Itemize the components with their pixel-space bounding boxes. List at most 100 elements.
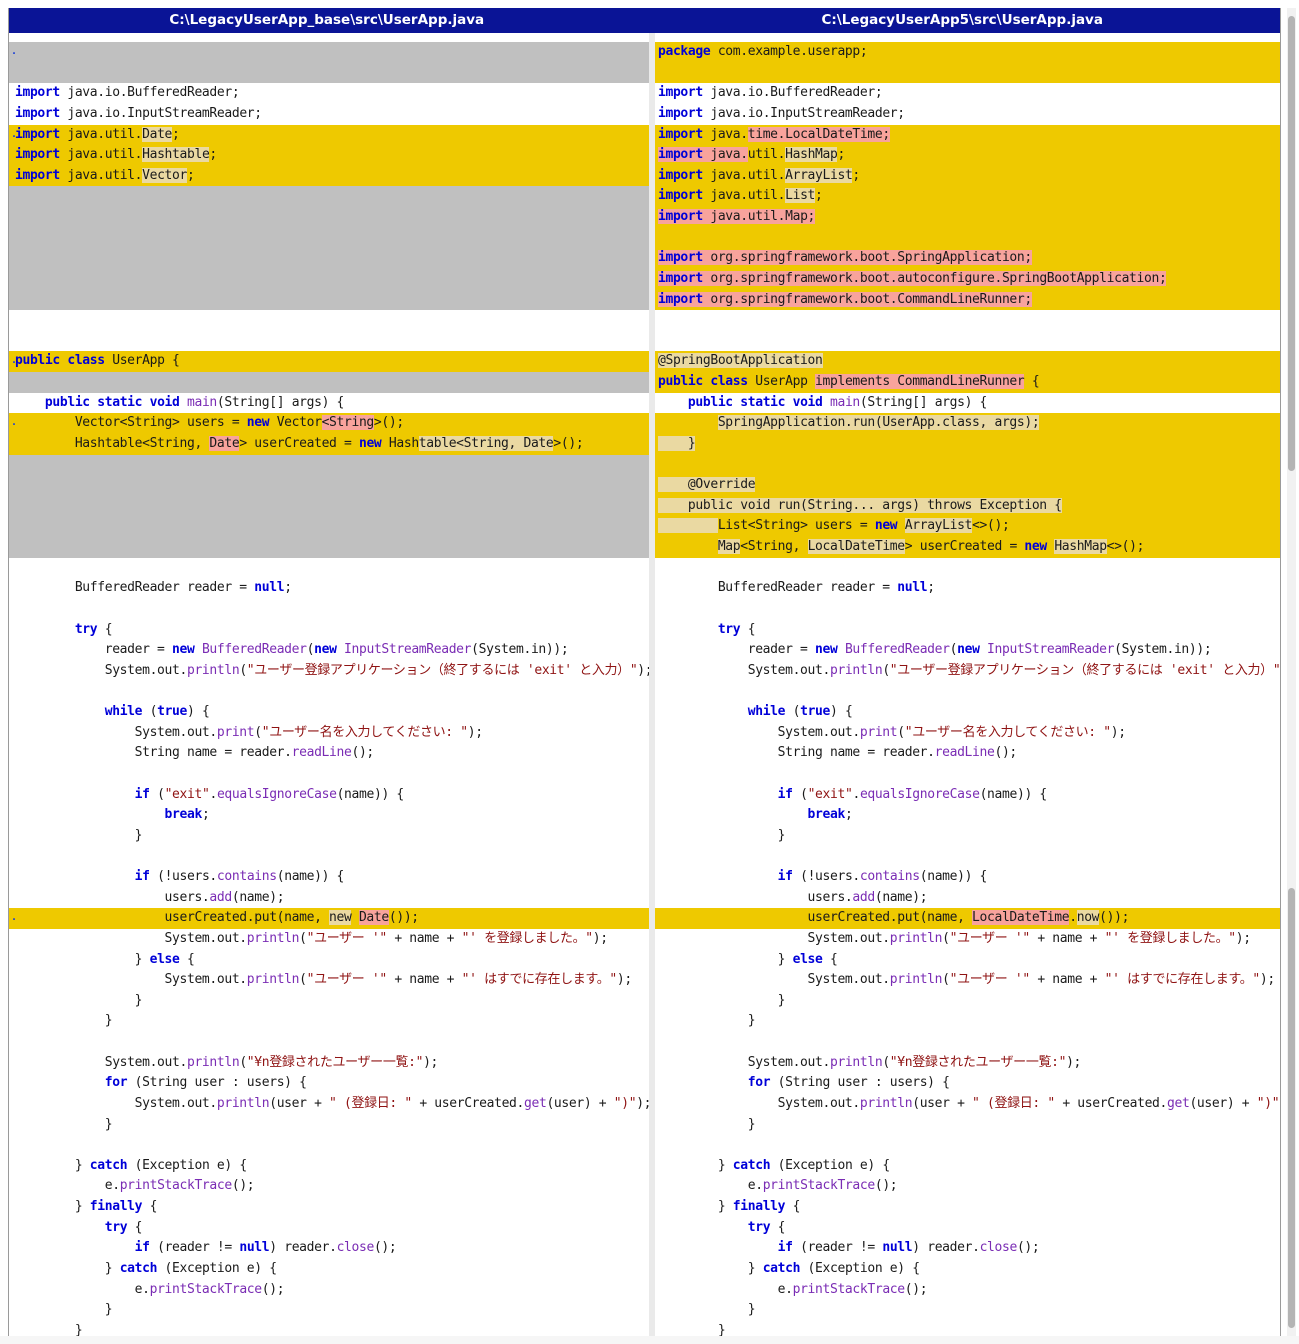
left-code-line [9,289,649,311]
right-code-line [655,331,1280,352]
left-code-line [9,331,649,352]
left-code-line [9,1032,649,1053]
left-code-line [9,227,649,249]
left-code-line: e.printStackTrace(); [15,1281,285,1297]
right-code-line: BufferedReader reader = null; [658,580,935,596]
left-code-line [9,268,649,290]
right-code-line: System.out.println("¥n登録されたユーザー一覧:"); [658,1054,1082,1070]
left-code-line: } [15,827,143,843]
diff-marker-link[interactable]: . [11,908,17,929]
left-code-line: users.add(name); [15,889,285,905]
right-code-line: } [658,1013,756,1029]
right-code-line: } catch (Exception e) { [658,1157,890,1173]
left-code-line [9,475,649,496]
right-code-line: System.out.print("ユーザー名を入力してください: "); [658,724,1126,740]
left-code-line: Hashtable<String, Date> userCreated = ne… [9,433,649,455]
left-code-line: } [15,1322,83,1337]
left-code-line: if ("exit".equalsIgnoreCase(name)) { [134,786,405,802]
left-code-line: import java.util.Date;. [9,124,649,146]
left-code-line: userCreated.put(name, new Date());. [9,908,649,929]
right-code-line [655,1135,1280,1156]
right-code-line: } [658,1302,756,1318]
right-code-line: } finally { [658,1199,801,1214]
left-code-line: System.out.println("ユーザー '" + name + "' … [15,930,609,946]
right-code-line: public void run(String... args) throws E… [655,495,1280,517]
right-code-line: import java.io.InputStreamReader; [658,105,905,121]
right-code-pane[interactable]: package com.example.userapp; import java.… [655,33,1280,1336]
right-code-line: SpringApplication.run(UserApp.class, arg… [655,413,1280,434]
right-code-line: String name = reader.readLine(); [658,745,1018,761]
scrollbar-thumb-bottom[interactable] [1288,888,1295,1328]
right-code-line: if ("exit".equalsIgnoreCase(name)) { [777,786,1048,802]
right-code-line: } [655,433,1280,455]
left-code-line: Vector<String> users = new Vector<String… [9,413,649,434]
diff-marker-link[interactable]: . [11,125,17,146]
right-code-line: @Override [655,475,1280,496]
right-code-line: } else { [658,951,838,967]
right-code-line [655,227,1280,249]
right-code-line: if (reader != null) reader.close(); [777,1240,1040,1256]
diff-marker-link[interactable]: . [11,413,17,434]
right-code-line: System.out.println(user + " (登録日: " + us… [658,1095,1280,1111]
right-code-line: List<String> users = new ArrayList<>(); [655,516,1280,537]
left-code-line: System.out.println("ユーザー '" + name + "' … [15,972,633,988]
right-code-line [655,1032,1280,1053]
left-code-pane[interactable]: . import java.io.BufferedReader; import ja… [9,33,649,1336]
scrollbar-thumb-top[interactable] [1288,16,1295,471]
left-code-line: } else { [15,951,195,967]
left-code-line [9,764,649,785]
left-code-line [9,681,649,702]
right-code-line: userCreated.put(name, LocalDateTime.now(… [655,908,1280,929]
right-code-line: System.out.println("ユーザー '" + name + "' … [658,972,1276,988]
left-code-line: if (!users.contains(name)) { [134,869,345,884]
right-code-line [655,454,1280,476]
left-code-line: reader = new BufferedReader(new InputStr… [15,642,569,658]
right-code-line: while (true) { [747,704,853,719]
left-code-line: } [15,1013,113,1029]
vertical-scrollbar[interactable] [1287,8,1296,1336]
left-code-line: try { [104,1219,143,1235]
right-code-line [655,846,1280,867]
right-code-line: public class UserApp implements CommandL… [655,372,1280,393]
diff-marker-link[interactable]: . [11,42,17,63]
left-code-line [9,454,649,476]
diff-marker-link[interactable]: . [11,351,17,372]
right-code-line: } catch (Exception e) { [658,1260,920,1276]
left-code-line: String name = reader.readLine(); [15,745,375,761]
left-code-line [9,1135,649,1156]
right-code-line: System.out.println("ユーザー '" + name + "' … [658,930,1252,946]
left-code-line: System.out.print("ユーザー名を入力してください: "); [15,724,483,740]
right-code-line: e.printStackTrace(); [658,1281,928,1297]
right-file-path: C:\LegacyUserApp5\src\UserApp.java [821,12,1103,28]
left-code-line: } [15,992,143,1008]
diff-panes: . import java.io.BufferedReader; import ja… [9,33,1280,1336]
left-code-line [9,186,649,207]
right-code-line: import java.util.ArrayList; [655,165,1280,187]
left-code-line [9,516,649,537]
left-code-line: System.out.println("¥n登録されたユーザー一覧:"); [15,1054,439,1070]
left-code-line: } [15,1302,113,1318]
right-code-line: } [658,1322,726,1337]
right-code-line: } [658,992,786,1008]
left-code-line [9,207,649,228]
right-code-line: package com.example.userapp; [655,42,1280,63]
right-code-line [655,599,1280,620]
left-code-line [9,372,649,393]
left-code-line [9,495,649,517]
left-code-line: } finally { [15,1199,158,1214]
right-code-line [655,681,1280,702]
left-code-line [9,248,649,269]
right-code-line: public static void main(String[] args) { [687,394,988,410]
left-code-line: } catch (Exception e) { [15,1260,277,1276]
right-code-line: break; [807,807,853,823]
right-code-line: import java.util.HashMap; [655,145,1280,166]
left-code-line [9,310,649,331]
left-code-line: public static void main(String[] args) { [44,394,345,410]
left-code-line [9,846,649,867]
left-code-line: } [15,1116,113,1132]
diff-header: C:\LegacyUserApp_base\src\UserApp.java C… [9,8,1280,33]
right-code-line: import java.util.List; [655,186,1280,207]
left-code-line: BufferedReader reader = null; [15,580,292,596]
right-code-line: } [658,827,786,843]
window-bottom-edge [0,1336,1299,1344]
